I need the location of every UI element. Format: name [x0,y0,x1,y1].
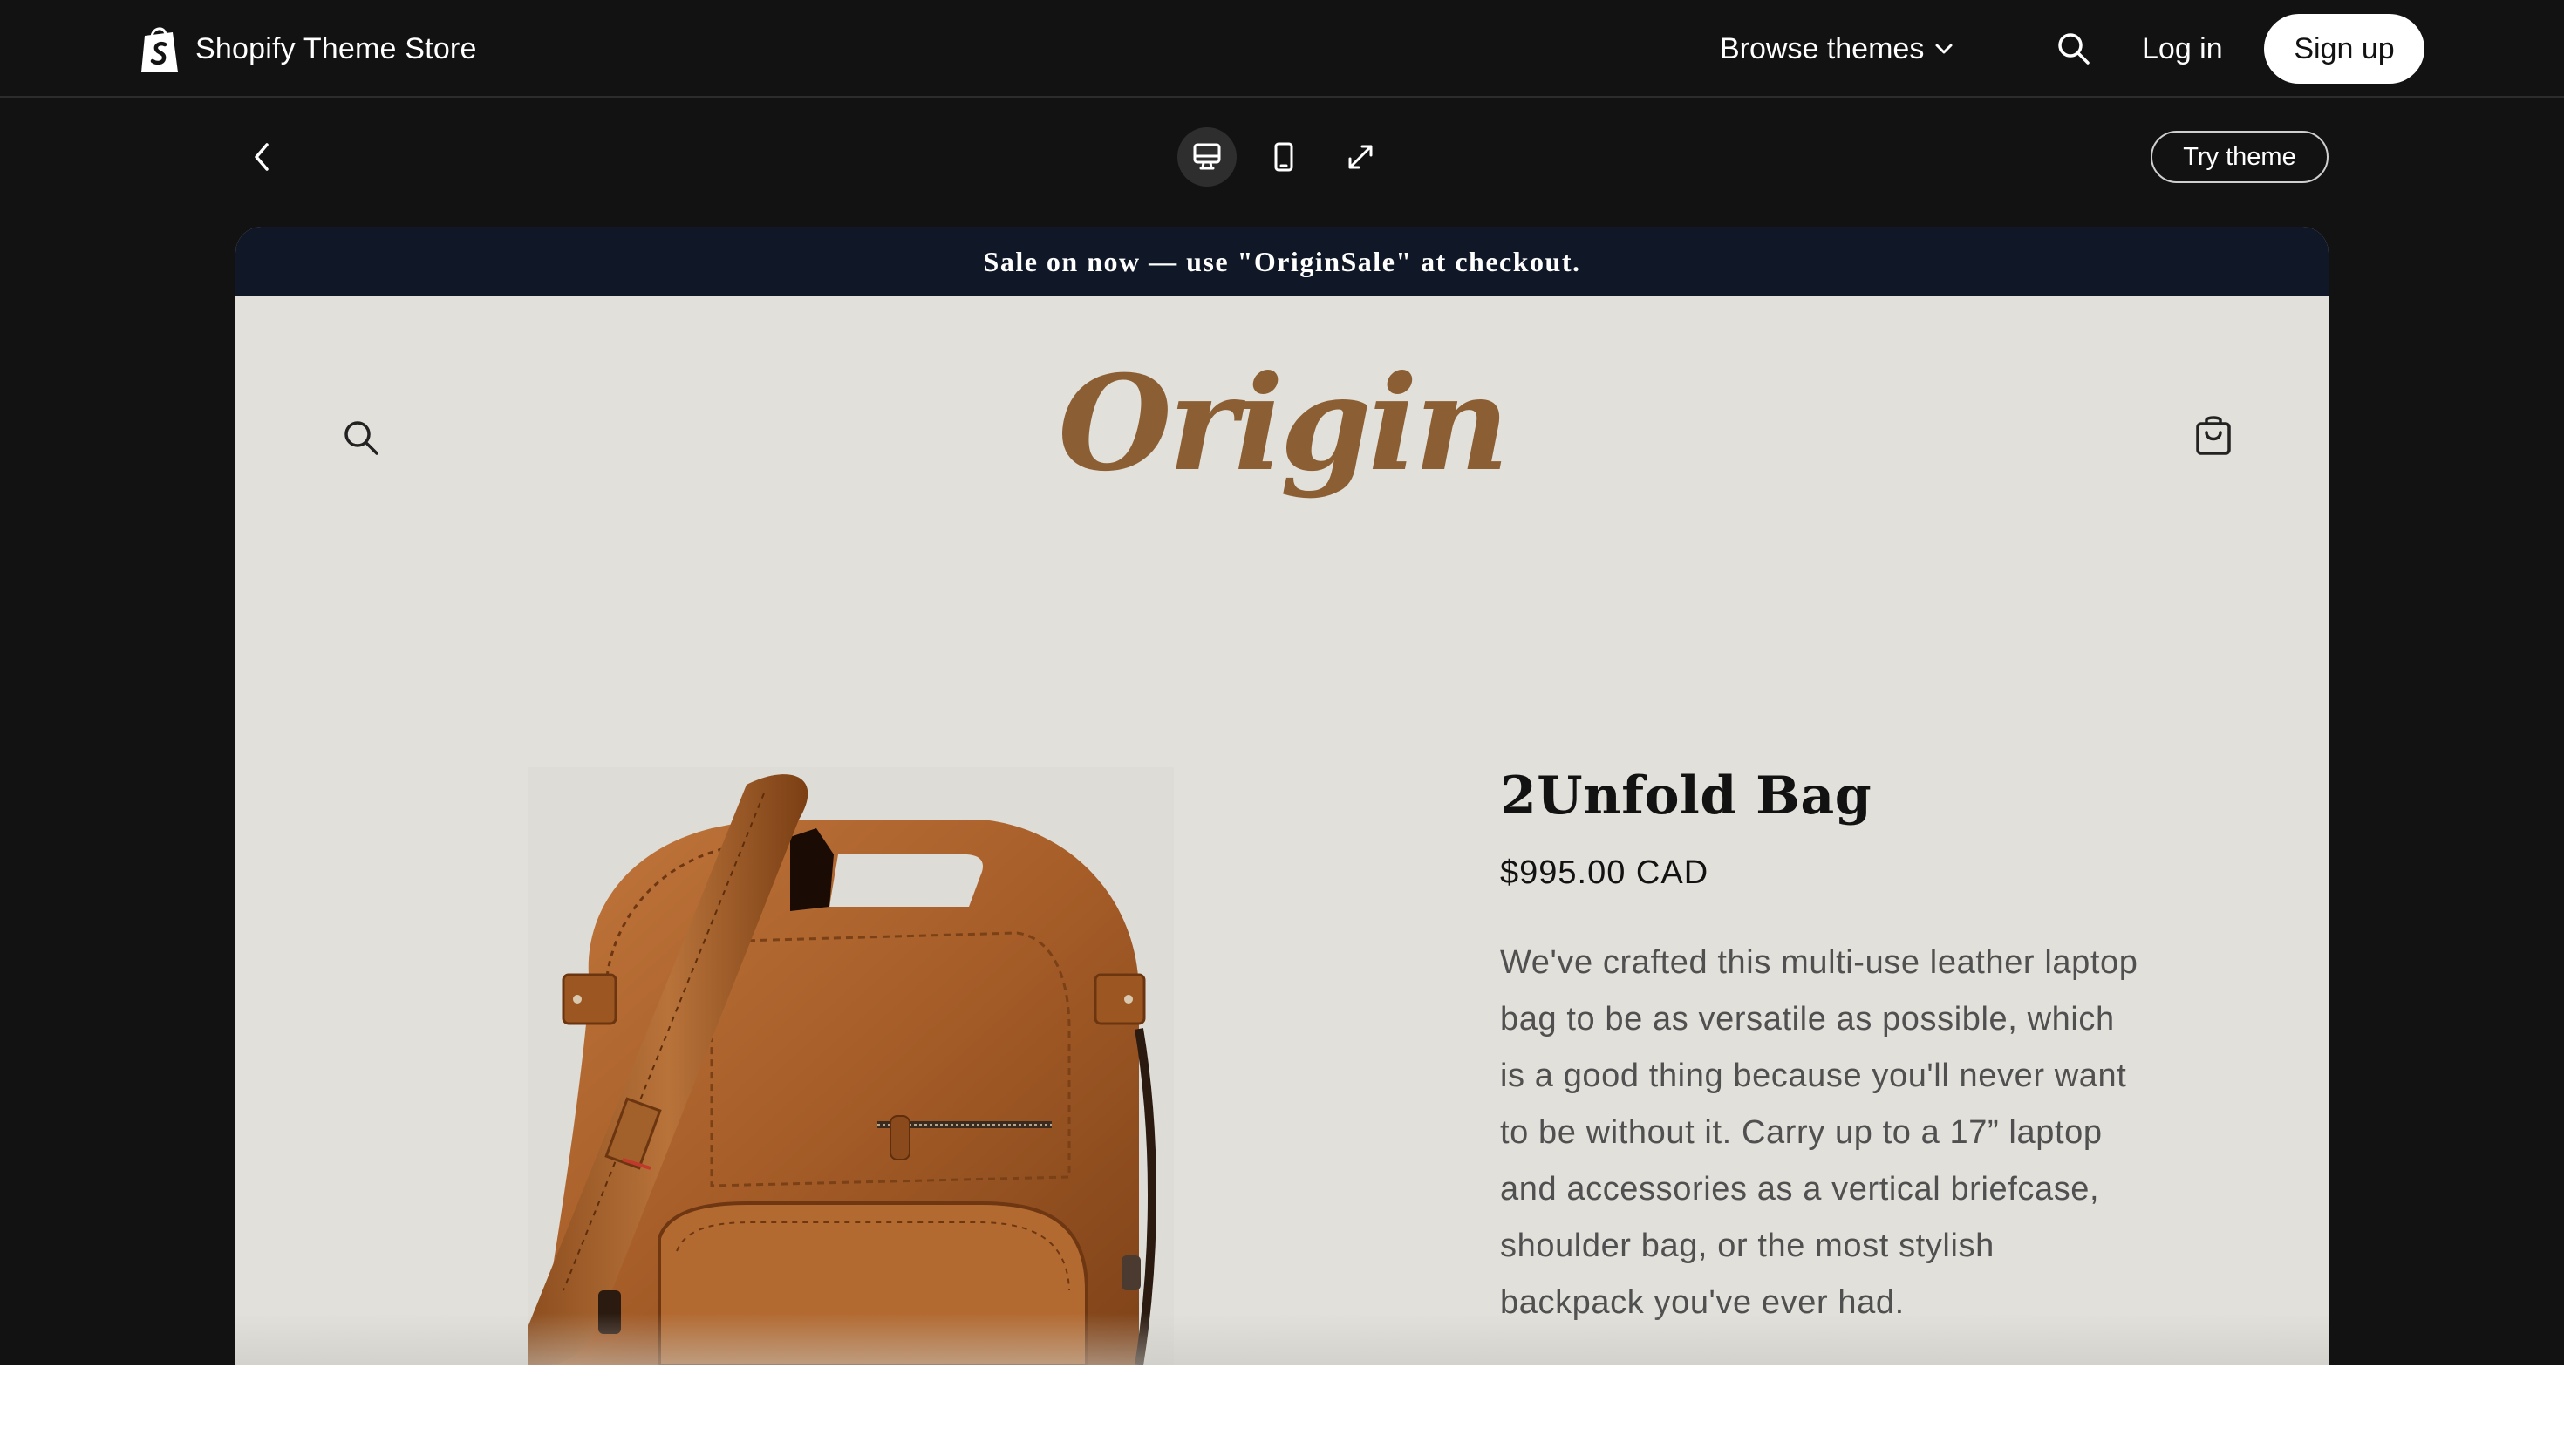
back-arrow-icon[interactable] [244,136,279,178]
theme-preview-frame: Sale on now — use "OriginSale" at checko… [235,227,2329,1365]
chevron-down-icon [1935,44,1953,54]
shopify-bag-icon [141,27,178,72]
mobile-phone-icon [1274,142,1293,172]
expand-icon [1348,145,1373,169]
product-title: 2Unfold Bag [1500,765,1872,827]
announcement-bar: Sale on now — use "OriginSale" at checko… [235,227,2329,296]
preview-view-switcher [1177,127,1390,187]
sign-up-button[interactable]: Sign up [2264,14,2424,84]
log-in-link[interactable]: Log in [2142,28,2223,70]
top-navigation: Shopify Theme Store Browse themes Log in… [0,0,2564,98]
mobile-view-button[interactable] [1254,127,1313,187]
product-image[interactable] [528,767,1174,1365]
browse-themes-label: Browse themes [1720,31,1925,65]
desktop-icon [1193,143,1221,170]
product-price: $995.00 CAD [1500,854,1709,891]
try-theme-button[interactable]: Try theme [2151,131,2329,183]
shopify-theme-store-brand[interactable]: Shopify Theme Store [140,23,477,75]
cart-icon[interactable] [2192,413,2234,459]
store-logo[interactable]: Origin [235,347,2329,500]
search-icon[interactable] [2055,30,2093,68]
browse-themes-menu[interactable]: Browse themes [1720,28,1954,70]
product-description: We've crafted this multi-use leather lap… [1500,944,2138,1321]
fullscreen-button[interactable] [1331,127,1390,187]
scroll-fade-overlay [235,1313,2329,1365]
desktop-view-button[interactable] [1177,127,1237,187]
brand-name: Shopify Theme Store [195,31,477,65]
